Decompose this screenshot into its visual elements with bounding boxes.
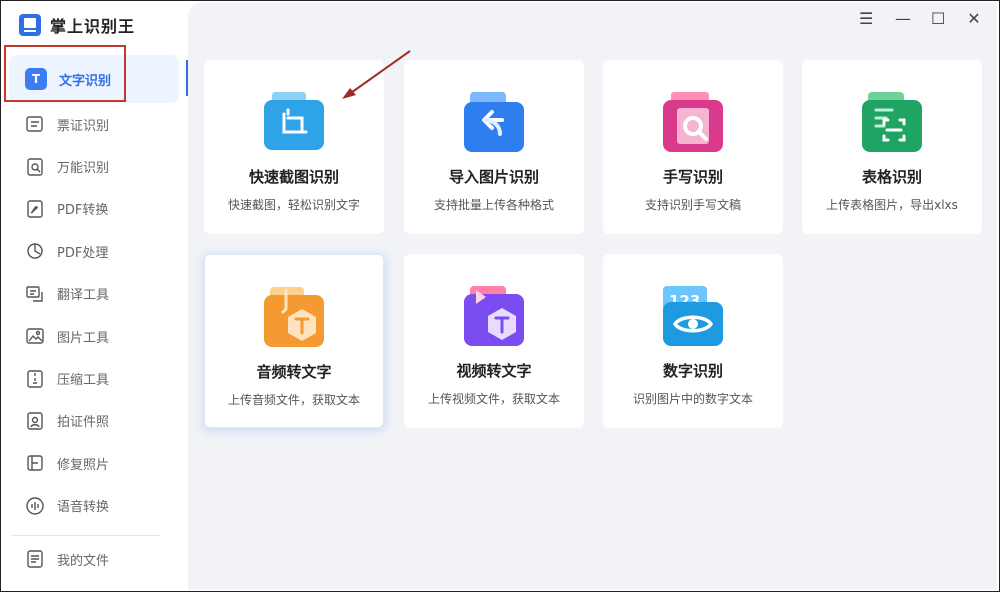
pdf-process-icon	[25, 241, 45, 261]
main-panel: ☰ — ☐ ✕ 快速截图识别 快速截图，轻松识别文字 导入图片识别 支持批量上传…	[188, 2, 997, 590]
sidebar-item-label: 票证识别	[57, 118, 110, 134]
sidebar: 掌上识别王 文字识别 票证识别 万能识别 PDF转换 PDF处理 翻译工具	[1, 1, 187, 591]
sidebar-item-label: 翻译工具	[57, 288, 110, 304]
sidebar-item-ticket[interactable]: 票证识别	[9, 103, 179, 145]
card-table-recognition[interactable]: 表格识别 上传表格图片，导出xlxs	[802, 60, 982, 234]
maximize-icon[interactable]: ☐	[931, 11, 945, 27]
sidebar-item-label: 我的文件	[57, 553, 110, 569]
sidebar-item-compress[interactable]: 压缩工具	[9, 357, 179, 399]
video-to-text-icon	[462, 284, 526, 348]
sidebar-item-universal[interactable]: 万能识别	[9, 145, 179, 187]
card-title: 视频转文字	[456, 362, 532, 380]
compress-icon	[25, 369, 45, 389]
card-title: 数字识别	[662, 362, 723, 380]
sidebar-item-label: 压缩工具	[57, 373, 110, 389]
card-handwriting[interactable]: 手写识别 支持识别手写文稿	[603, 60, 783, 234]
sidebar-item-label: 万能识别	[57, 161, 110, 177]
app-title: 掌上识别王	[50, 17, 136, 36]
translate-icon	[25, 284, 45, 304]
card-video-to-text[interactable]: 视频转文字 上传视频文件，获取文本	[404, 254, 584, 428]
minimize-icon[interactable]: —	[895, 11, 911, 27]
sidebar-item-label: 图片工具	[57, 330, 110, 346]
sidebar-nav: 文字识别 票证识别 万能识别 PDF转换 PDF处理 翻译工具 图片工具 压缩	[9, 55, 179, 527]
number-recognition-icon: 123	[661, 284, 725, 348]
import-image-icon	[462, 90, 526, 154]
card-desc: 上传音频文件，获取文本	[227, 393, 360, 407]
sidebar-item-label: PDF处理	[57, 245, 109, 261]
close-icon[interactable]: ✕	[967, 11, 981, 27]
card-desc: 快速截图，轻松识别文字	[227, 198, 360, 212]
card-title: 快速截图识别	[248, 168, 339, 186]
sidebar-item-repair-photo[interactable]: 修复照片	[9, 442, 179, 484]
handwriting-icon	[661, 90, 725, 154]
id-photo-icon	[25, 411, 45, 431]
universal-scan-icon	[25, 157, 45, 177]
card-number-recognition[interactable]: 123 数字识别 识别图片中的数字文本	[603, 254, 783, 428]
voice-convert-icon	[25, 496, 45, 516]
pdf-convert-icon	[25, 199, 45, 219]
sidebar-item-my-files[interactable]: 我的文件	[25, 549, 109, 569]
app-logo-icon	[19, 14, 41, 36]
sidebar-item-pdf-process[interactable]: PDF处理	[9, 230, 179, 272]
card-audio-to-text[interactable]: 音频转文字 上传音频文件，获取文本	[204, 254, 384, 428]
card-desc: 支持批量上传各种格式	[433, 198, 554, 212]
sidebar-divider	[11, 535, 161, 536]
text-recognition-icon	[25, 68, 47, 90]
card-desc: 上传视频文件，获取文本	[427, 392, 560, 406]
sidebar-item-image-tool[interactable]: 图片工具	[9, 315, 179, 357]
window-controls: ☰ — ☐ ✕	[859, 11, 981, 27]
repair-photo-icon	[25, 453, 45, 473]
card-title: 音频转文字	[256, 363, 332, 381]
sidebar-item-label: 拍证件照	[57, 415, 110, 431]
card-screenshot-recognition[interactable]: 快速截图识别 快速截图，轻松识别文字	[204, 60, 384, 234]
card-title: 表格识别	[861, 168, 922, 186]
sidebar-item-label: 文字识别	[59, 73, 112, 89]
sidebar-item-translate[interactable]: 翻译工具	[9, 273, 179, 315]
sidebar-item-label: PDF转换	[57, 203, 109, 219]
card-title: 导入图片识别	[448, 168, 539, 186]
sidebar-item-pdf-convert[interactable]: PDF转换	[9, 188, 179, 230]
sidebar-item-voice-convert[interactable]: 语音转换	[9, 485, 179, 527]
ticket-icon	[25, 114, 45, 134]
card-desc: 识别图片中的数字文本	[632, 392, 753, 406]
card-desc: 上传表格图片，导出xlxs	[826, 198, 958, 212]
card-desc: 支持识别手写文稿	[644, 198, 741, 212]
app-header: 掌上识别王	[19, 13, 135, 37]
sidebar-item-id-photo[interactable]: 拍证件照	[9, 400, 179, 442]
my-files-icon	[25, 549, 45, 569]
menu-icon[interactable]: ☰	[859, 11, 873, 27]
audio-to-text-icon	[262, 285, 326, 349]
sidebar-item-text-recognition[interactable]: 文字识别	[9, 55, 179, 103]
screenshot-crop-icon	[262, 90, 326, 154]
sidebar-item-label: 语音转换	[57, 500, 110, 516]
card-import-image[interactable]: 导入图片识别 支持批量上传各种格式	[404, 60, 584, 234]
card-title: 手写识别	[662, 168, 723, 186]
table-icon	[860, 90, 924, 154]
image-tool-icon	[25, 326, 45, 346]
sidebar-item-label: 修复照片	[57, 457, 110, 473]
